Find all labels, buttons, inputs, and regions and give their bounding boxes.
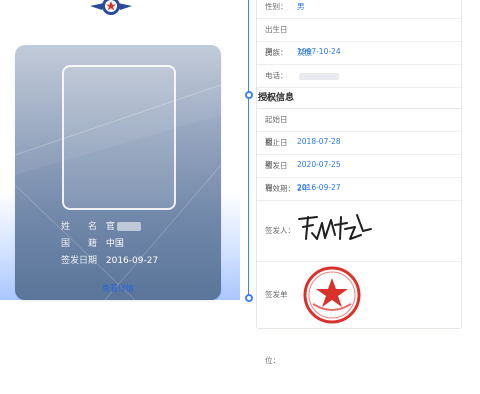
card-nation-row: 国 籍 中国 [61, 236, 124, 249]
auth-row-end: 截止日期： 2020-07-25 [257, 132, 461, 169]
auth-row-unit: 签发单位： [257, 262, 461, 365]
card-name-row: 姓 名 官 [61, 219, 141, 232]
signer-label: 签发人： [265, 226, 295, 235]
ethnicity-label: 民族： [265, 48, 288, 57]
auth-row-signer: 签发人： [257, 201, 461, 262]
nation-label: 国 籍 [61, 239, 98, 249]
issuing-unit-label: 签发单位： [265, 290, 288, 365]
info-row-ethnicity: 民族： 汉族 [257, 42, 461, 65]
official-seal-icon [303, 266, 361, 324]
phone-blur [299, 72, 339, 80]
info-row-gender: 性别： 男 [257, 0, 461, 19]
photo-frame [62, 65, 176, 210]
name-label: 姓 名 [61, 222, 98, 232]
info-row-birthdate: 出生日期： 1997-10-24 [257, 19, 461, 56]
issue-date-value: 2016-09-27 [105, 256, 159, 266]
signature-image [298, 214, 372, 240]
auth-section-title: 授权信息 [258, 93, 295, 103]
ethnicity-value: 汉族 [297, 48, 312, 57]
auth-row-start: 起始日期： 2018-07-28 [257, 109, 461, 146]
timeline-node-next [245, 294, 253, 302]
info-row-phone: 电话： [257, 65, 461, 88]
validity-value: 2年 [297, 184, 310, 193]
auth-row-issue: 签发日期： 2016-09-27 [257, 155, 461, 192]
timeline-node-auth [245, 91, 253, 99]
left-pane: 姓 名 官 国 籍 中国 签发日期 2016-09-27 查看详情 [0, 0, 240, 300]
right-pane: 性别：男 出生日期： 1997-10-24 民族： 汉族 电话： 地址： 授权信息 … [256, 0, 480, 365]
nation-value: 中国 [105, 239, 124, 249]
gender-label: 性别： [265, 2, 288, 11]
name-value: 官 [105, 222, 115, 232]
name-blur [116, 222, 141, 231]
gender-value: 男 [297, 2, 305, 11]
id-card: 姓 名 官 国 籍 中国 签发日期 2016-09-27 查看详情 [15, 45, 221, 300]
card-issue-row: 签发日期 2016-09-27 [61, 253, 158, 266]
validity-label: 有效期： [265, 184, 295, 193]
auth-row-validity: 有效期： 2年 [257, 178, 461, 201]
view-details-link[interactable]: 查看详情 [15, 283, 221, 294]
issue-date-label: 签发日期 [61, 256, 98, 266]
emblem-icon [88, 0, 134, 20]
timeline-line [248, 0, 249, 300]
auth-info-box: 起始日期： 2018-07-28 截止日期： 2020-07-25 签发日期： 201… [256, 108, 462, 365]
phone-label: 电话： [265, 71, 288, 80]
